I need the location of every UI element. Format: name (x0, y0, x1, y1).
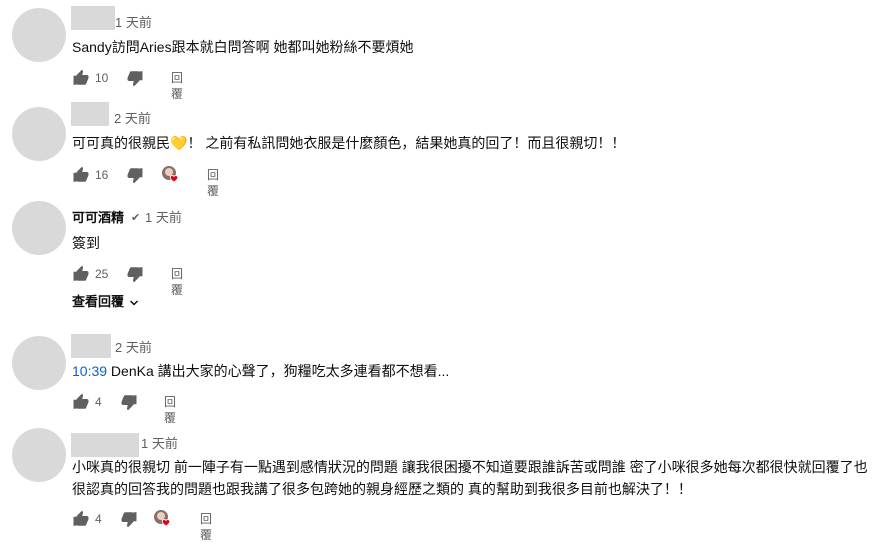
reply-button[interactable]: 回覆 (207, 167, 219, 199)
thumbs-up-icon (73, 393, 89, 409)
like-count: 25 (95, 267, 109, 281)
view-replies-button[interactable]: 查看回覆 (72, 294, 140, 310)
comment-text: Sandy訪問Aries跟本就白問答啊 她都叫她粉絲不要煩她 (72, 39, 414, 55)
comment-text-part: 可可真的很親民 (72, 135, 170, 151)
author-name-redacted[interactable] (71, 334, 111, 358)
yellow-heart-emoji: 💛 (170, 135, 188, 151)
comment-text-line-2: 很認真的回答我的問題也跟我講了很多包跨她的親身經歷之類的 真的幫助到我很多目前也… (72, 481, 692, 497)
comment-text-part: ！ 之前有私訊問她衣服是什麼顏色，結果她真的回了！而且很親切！！ (187, 135, 626, 151)
comment-time[interactable]: 1 天前 (145, 210, 182, 226)
dislike-button[interactable] (126, 66, 144, 90)
like-button[interactable] (72, 163, 90, 187)
author-name-redacted[interactable] (71, 6, 115, 30)
comment-text: 可可真的很親民💛！ 之前有私訊問她衣服是什麼顏色，結果她真的回了！而且很親切！！ (72, 132, 872, 154)
thumbs-down-icon (121, 512, 137, 528)
like-count: 16 (95, 168, 109, 182)
like-count: 4 (95, 395, 102, 409)
comment-time[interactable]: 2 天前 (114, 111, 151, 127)
thumbs-down-icon (127, 267, 143, 283)
dislike-button[interactable] (120, 507, 138, 531)
reply-button[interactable]: 回覆 (200, 511, 212, 543)
creator-heart-icon (160, 164, 182, 186)
dislike-button[interactable] (126, 163, 144, 187)
like-button[interactable] (72, 66, 90, 90)
comment-text: 簽到 (72, 235, 100, 251)
comment-time[interactable]: 1 天前 (115, 15, 152, 31)
verified-check-icon: ✔ (131, 212, 141, 224)
reply-button[interactable]: 回覆 (171, 266, 183, 298)
reply-button[interactable]: 回覆 (164, 394, 176, 426)
creator-heart-icon (152, 508, 174, 530)
avatar[interactable] (12, 8, 66, 62)
comment-text-line-1: 小咪真的很親切 前一陣子有一點遇到感情狀況的問題 讓我很困擾不知道要跟誰訴苦或問… (72, 459, 868, 475)
like-count: 4 (95, 512, 102, 526)
like-count: 10 (95, 71, 109, 85)
avatar[interactable] (12, 336, 66, 390)
thumbs-up-icon (73, 510, 89, 526)
comment-time[interactable]: 1 天前 (141, 436, 178, 452)
thumbs-up-icon (73, 265, 89, 281)
avatar[interactable] (12, 428, 66, 482)
avatar[interactable] (12, 201, 66, 255)
dislike-button[interactable] (126, 262, 144, 286)
like-button[interactable] (72, 507, 90, 531)
thumbs-down-icon (127, 168, 143, 184)
comment-text: 10:39 DenKa 講出大家的心聲了，狗糧吃太多連看都不想看... (72, 360, 872, 382)
chevron-down-icon (129, 300, 139, 306)
thumbs-down-icon (121, 395, 137, 411)
author-name-redacted[interactable] (71, 102, 109, 126)
comment-time[interactable]: 2 天前 (115, 340, 152, 356)
author-name-redacted[interactable] (71, 433, 139, 457)
comment-text-part: DenKa 講出大家的心聲了，狗糧吃太多連看都不想看... (107, 363, 450, 379)
reply-button[interactable]: 回覆 (171, 70, 183, 102)
like-button[interactable] (72, 390, 90, 414)
like-button[interactable] (72, 262, 90, 286)
thumbs-up-icon (73, 69, 89, 85)
dislike-button[interactable] (120, 390, 138, 414)
view-replies-label: 查看回覆 (72, 294, 125, 309)
author-name[interactable]: 可可酒精 (72, 210, 124, 226)
avatar[interactable] (12, 107, 66, 161)
thumbs-up-icon (73, 166, 89, 182)
timestamp-link[interactable]: 10:39 (72, 363, 107, 379)
thumbs-down-icon (127, 71, 143, 87)
